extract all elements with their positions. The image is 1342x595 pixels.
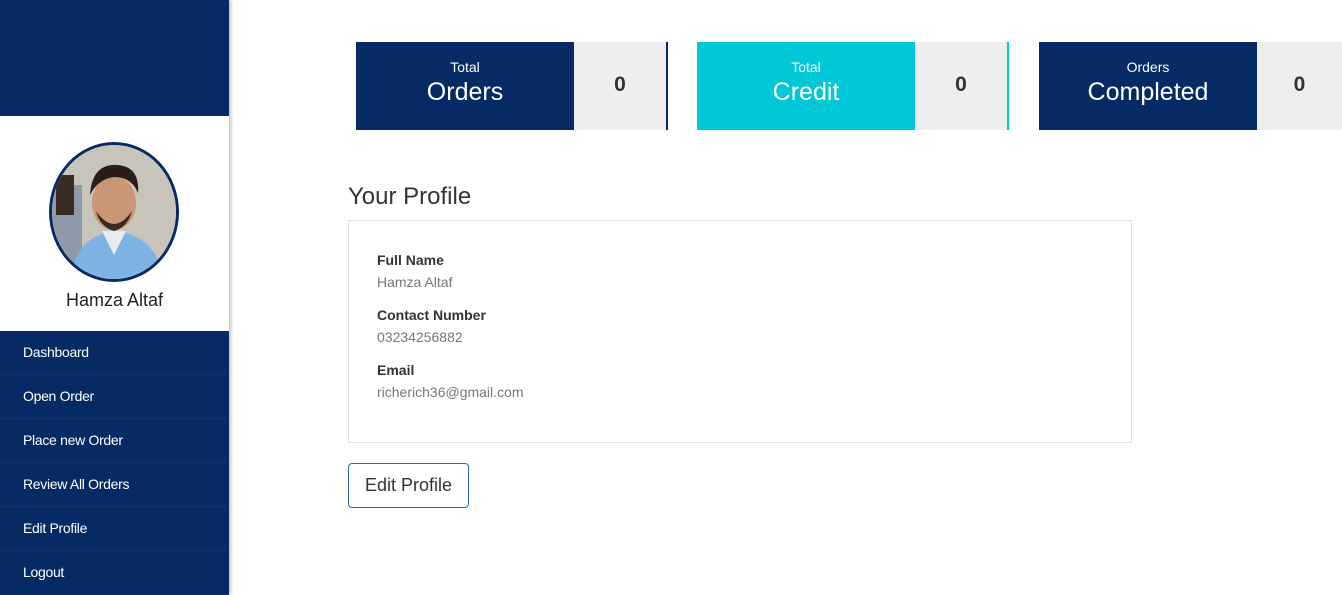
card-label-box: Total Orders bbox=[356, 42, 574, 130]
nav-edit-profile[interactable]: Edit Profile bbox=[0, 507, 229, 551]
card-edge bbox=[1007, 42, 1009, 130]
user-profile-box: Hamza Altaf bbox=[0, 116, 229, 331]
total-credit-count: 0 bbox=[915, 42, 1007, 130]
email-label: Email bbox=[377, 362, 415, 378]
nav-logout[interactable]: Logout bbox=[0, 551, 229, 595]
nav-review-all-orders[interactable]: Review All Orders bbox=[0, 463, 229, 507]
orders-completed-card: Orders Completed 0 bbox=[1039, 42, 1342, 130]
sidebar-header bbox=[0, 0, 229, 116]
card-label-box: Total Credit bbox=[697, 42, 915, 130]
card-small-label: Orders bbox=[1126, 59, 1170, 75]
orders-completed-count: 0 bbox=[1257, 42, 1342, 130]
contact-number-label: Contact Number bbox=[377, 307, 486, 323]
nav-place-new-order[interactable]: Place new Order bbox=[0, 419, 229, 463]
card-small-label: Total bbox=[791, 59, 821, 75]
nav-dashboard[interactable]: Dashboard bbox=[0, 331, 229, 375]
user-name: Hamza Altaf bbox=[65, 290, 164, 310]
total-credit-card: Total Credit 0 bbox=[697, 42, 1009, 130]
card-edge bbox=[666, 42, 668, 130]
full-name-label: Full Name bbox=[377, 252, 444, 268]
card-big-label: Credit bbox=[772, 78, 840, 106]
profile-section-title: Your Profile bbox=[348, 183, 472, 210]
card-small-label: Total bbox=[450, 59, 480, 75]
profile-panel: Full Name Hamza Altaf Contact Number 032… bbox=[348, 220, 1132, 443]
contact-number-value: 03234256882 bbox=[377, 329, 463, 345]
full-name-value: Hamza Altaf bbox=[377, 274, 453, 290]
nav-open-order[interactable]: Open Order bbox=[0, 375, 229, 419]
email-value: richerich36@gmail.com bbox=[377, 384, 524, 400]
card-label-box: Orders Completed bbox=[1039, 42, 1257, 130]
total-orders-card: Total Orders 0 bbox=[356, 42, 668, 130]
avatar bbox=[49, 142, 179, 282]
card-big-label: Orders bbox=[426, 78, 504, 106]
card-big-label: Completed bbox=[1087, 78, 1209, 106]
edit-profile-button[interactable]: Edit Profile bbox=[348, 463, 469, 508]
sidebar: Hamza Altaf Dashboard Open Order Place n… bbox=[0, 0, 229, 595]
total-orders-count: 0 bbox=[574, 42, 666, 130]
sidebar-nav: Dashboard Open Order Place new Order Rev… bbox=[0, 331, 229, 595]
